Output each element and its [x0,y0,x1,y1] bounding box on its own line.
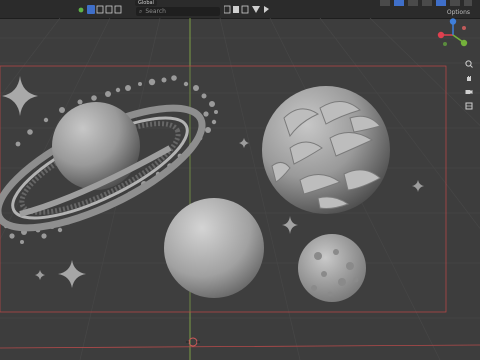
pan-hand-icon[interactable] [464,73,474,83]
search-icon: ⌕ [139,7,143,15]
plain-sphere [164,198,264,298]
search-input[interactable]: ⌕ Search [136,7,220,16]
camera-view-icon[interactable] [464,87,474,97]
small-cratered-moon [298,234,366,302]
shading-buttons[interactable] [380,0,472,6]
3d-viewport[interactable] [0,18,480,360]
x-axis-handle [437,31,445,39]
toolbar-icons-group[interactable] [224,5,270,14]
transform-orientation-dropdown[interactable]: Global [135,0,157,6]
x-axis-line [0,344,480,349]
z-axis-handle [449,18,457,25]
green-dot-icon[interactable] [78,5,84,14]
zoom-icon[interactable] [464,59,474,69]
lumpy-planet [262,86,390,214]
viewport-header: Global ⌕ Search Options [0,0,480,19]
navigation-gizmo[interactable] [436,18,470,52]
y-axis-handle [460,39,468,47]
viewport-canvas [0,18,480,360]
perspective-toggle-icon[interactable] [464,101,474,111]
transform-orientation-label: Global [138,0,154,6]
options-dropdown[interactable]: Options [447,9,470,16]
view-icons-group[interactable] [87,5,127,14]
ringed-planet-body [52,102,140,190]
3d-cursor [186,337,200,347]
